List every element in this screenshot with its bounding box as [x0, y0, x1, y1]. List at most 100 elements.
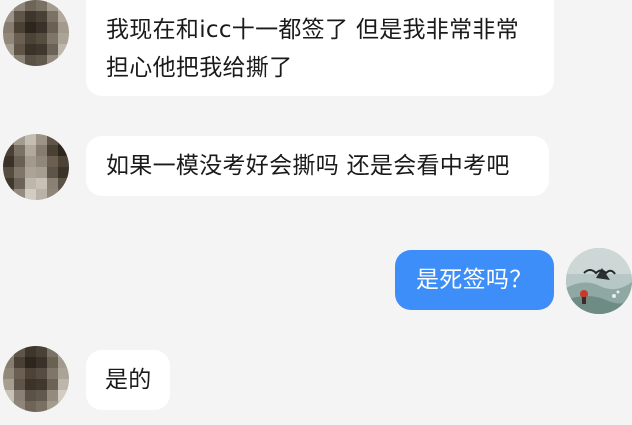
avatar-pixel: [14, 44, 25, 55]
avatar-pixel: [36, 0, 47, 11]
avatar-pixel: [14, 167, 25, 178]
avatar-pixel: [36, 55, 47, 66]
avatar-pixel: [36, 44, 47, 55]
avatar-pixel: [3, 379, 14, 390]
avatar-pixel: [14, 156, 25, 167]
avatar-pixel: [3, 55, 14, 66]
avatar-pixel: [47, 44, 58, 55]
outgoing-message-bubble[interactable]: 是死签吗？: [395, 250, 554, 310]
message-text-line: 是的: [105, 367, 152, 393]
avatar-pixel: [36, 401, 47, 412]
avatar-pixel: [14, 368, 25, 379]
contact-avatar[interactable]: [3, 346, 69, 412]
avatar-pixel: [3, 11, 14, 22]
message-text-line: 我现在和icc十一都签了 但是我非常非常: [106, 17, 519, 43]
avatar-pixel: [25, 55, 36, 66]
avatar-pixel: [25, 189, 36, 200]
avatar-pixel: [14, 0, 25, 11]
avatar-pixel: [25, 368, 36, 379]
avatar-pixel: [47, 145, 58, 156]
pixelated-contact-avatar-icon: [3, 0, 69, 66]
avatar-pixel: [47, 55, 58, 66]
avatar-pixel: [14, 346, 25, 357]
avatar-pixel: [25, 167, 36, 178]
avatar-pixel: [25, 11, 36, 22]
avatar-pixel: [3, 357, 14, 368]
avatar-pixel: [14, 55, 25, 66]
avatar-pixel: [47, 401, 58, 412]
avatar-pixel: [36, 379, 47, 390]
avatar-pixel: [47, 346, 58, 357]
avatar-pixel: [58, 189, 69, 200]
avatar-pixel: [36, 368, 47, 379]
avatar-pixel: [58, 156, 69, 167]
avatar-pixel: [25, 401, 36, 412]
avatar-pixel: [25, 178, 36, 189]
avatar-pixel: [25, 22, 36, 33]
avatar-pixel: [3, 145, 14, 156]
incoming-message-bubble[interactable]: 我现在和icc十一都签了 但是我非常非常 担心他把我给撕了: [86, 0, 554, 96]
avatar-pixel: [47, 390, 58, 401]
avatar-pixel: [14, 189, 25, 200]
user-avatar[interactable]: [566, 248, 632, 314]
avatar-pixel: [58, 379, 69, 390]
avatar-pixel: [36, 167, 47, 178]
avatar-pixel: [36, 390, 47, 401]
avatar-pixel: [3, 22, 14, 33]
avatar-pixel: [47, 11, 58, 22]
avatar-pixel: [14, 134, 25, 145]
avatar-pixel: [25, 346, 36, 357]
avatar-pixel: [25, 390, 36, 401]
avatar-pixel: [36, 346, 47, 357]
avatar-pixel: [3, 167, 14, 178]
pixelated-contact-avatar-icon: [3, 346, 69, 412]
avatar-pixel: [47, 379, 58, 390]
avatar-pixel: [25, 44, 36, 55]
avatar-pixel: [3, 178, 14, 189]
avatar-pixel: [58, 134, 69, 145]
avatar-pixel: [58, 145, 69, 156]
avatar-pixel: [3, 33, 14, 44]
avatar-pixel: [36, 357, 47, 368]
avatar-pixel: [3, 390, 14, 401]
avatar-pixel: [25, 0, 36, 11]
avatar-pixel: [25, 156, 36, 167]
avatar-pixel: [36, 22, 47, 33]
avatar-pixel: [47, 156, 58, 167]
avatar-pixel: [3, 346, 14, 357]
avatar-pixel: [58, 401, 69, 412]
avatar-pixel: [47, 22, 58, 33]
avatar-pixel: [36, 156, 47, 167]
avatar-pixel: [47, 33, 58, 44]
avatar-pixel: [58, 33, 69, 44]
avatar-pixel: [14, 33, 25, 44]
avatar-pixel: [36, 11, 47, 22]
avatar-pixel: [14, 145, 25, 156]
pixelated-contact-avatar-icon: [3, 134, 69, 200]
avatar-pixel: [3, 44, 14, 55]
avatar-pixel: [47, 178, 58, 189]
incoming-message-bubble[interactable]: 是的: [86, 350, 170, 410]
avatar-pixel: [3, 368, 14, 379]
avatar-pixel: [58, 0, 69, 11]
avatar-pixel: [25, 33, 36, 44]
avatar-pixel: [14, 379, 25, 390]
contact-avatar[interactable]: [3, 134, 69, 200]
avatar-pixel: [36, 134, 47, 145]
contact-avatar[interactable]: [3, 0, 69, 66]
avatar-pixel: [47, 0, 58, 11]
avatar-pixel: [58, 55, 69, 66]
incoming-message-bubble[interactable]: 如果一模没考好会撕吗 还是会看中考吧: [86, 136, 549, 196]
message-text-line: 如果一模没考好会撕吗 还是会看中考吧: [106, 153, 510, 179]
avatar-pixel: [3, 401, 14, 412]
avatar-pixel: [47, 368, 58, 379]
avatar-pixel: [14, 11, 25, 22]
avatar-pixel: [47, 189, 58, 200]
avatar-pixel: [14, 357, 25, 368]
message-text-line: 是死签吗？: [416, 267, 533, 293]
avatar-pixel: [58, 346, 69, 357]
avatar-pixel: [36, 189, 47, 200]
avatar-pixel: [36, 33, 47, 44]
avatar-pixel: [25, 145, 36, 156]
avatar-pixel: [58, 368, 69, 379]
